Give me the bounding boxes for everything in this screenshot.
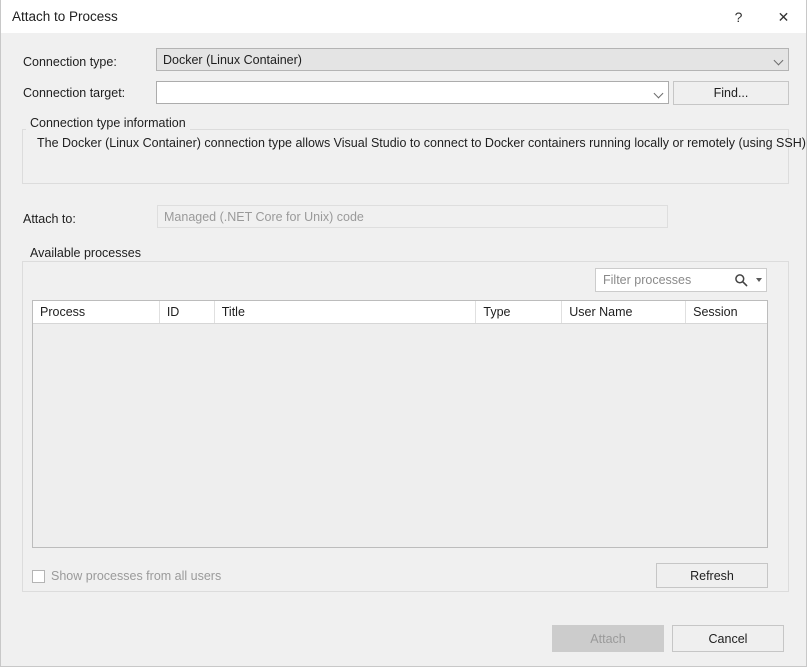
search-input[interactable]: Filter processes — [596, 273, 730, 287]
column-header-title[interactable]: Title — [215, 301, 477, 323]
attach-to-process-dialog: Attach to Process ? ✕ Connection type: D… — [0, 0, 807, 667]
processes-list[interactable]: Process ID Title Type User Name Session — [32, 300, 768, 548]
help-button[interactable]: ? — [716, 0, 761, 33]
cancel-button[interactable]: Cancel — [672, 625, 784, 652]
column-header-user-name[interactable]: User Name — [562, 301, 686, 323]
refresh-button[interactable]: Refresh — [656, 563, 768, 588]
processes-list-body[interactable] — [33, 324, 767, 548]
attach-to-field: Managed (.NET Core for Unix) code — [157, 205, 668, 228]
connection-type-value: Docker (Linux Container) — [157, 53, 770, 67]
filter-processes-search[interactable]: Filter processes — [595, 268, 767, 292]
column-header-session[interactable]: Session — [686, 301, 767, 323]
show-all-users-checkbox[interactable] — [32, 570, 45, 583]
close-icon: ✕ — [778, 10, 790, 24]
page-title: Attach to Process — [12, 9, 118, 24]
processes-list-header: Process ID Title Type User Name Session — [33, 301, 767, 324]
search-icon[interactable] — [730, 273, 752, 287]
attach-to-label: Attach to: — [23, 212, 76, 226]
connection-type-information-title: Connection type information — [26, 116, 190, 130]
question-mark-icon: ? — [735, 10, 743, 24]
close-button[interactable]: ✕ — [761, 0, 806, 33]
attach-to-value: Managed (.NET Core for Unix) code — [158, 210, 364, 224]
chevron-down-icon — [770, 56, 788, 64]
connection-target-combobox[interactable] — [156, 81, 669, 104]
show-all-users-label: Show processes from all users — [51, 569, 221, 583]
column-header-type[interactable]: Type — [476, 301, 562, 323]
column-header-id[interactable]: ID — [160, 301, 215, 323]
chevron-down-icon — [650, 89, 668, 97]
connection-type-combobox[interactable]: Docker (Linux Container) — [156, 48, 789, 71]
connection-type-label: Connection type: — [23, 55, 117, 69]
connection-target-label: Connection target: — [23, 86, 125, 100]
connection-type-information-text: The Docker (Linux Container) connection … — [37, 136, 807, 150]
window-controls: ? ✕ — [716, 0, 806, 33]
column-header-process[interactable]: Process — [33, 301, 160, 323]
title-bar: Attach to Process ? ✕ — [1, 0, 806, 33]
available-processes-title: Available processes — [26, 246, 145, 260]
attach-button: Attach — [552, 625, 664, 652]
find-button[interactable]: Find... — [673, 81, 789, 105]
show-all-users-checkbox-row[interactable]: Show processes from all users — [32, 569, 221, 583]
search-options-dropdown-icon[interactable] — [752, 278, 766, 282]
